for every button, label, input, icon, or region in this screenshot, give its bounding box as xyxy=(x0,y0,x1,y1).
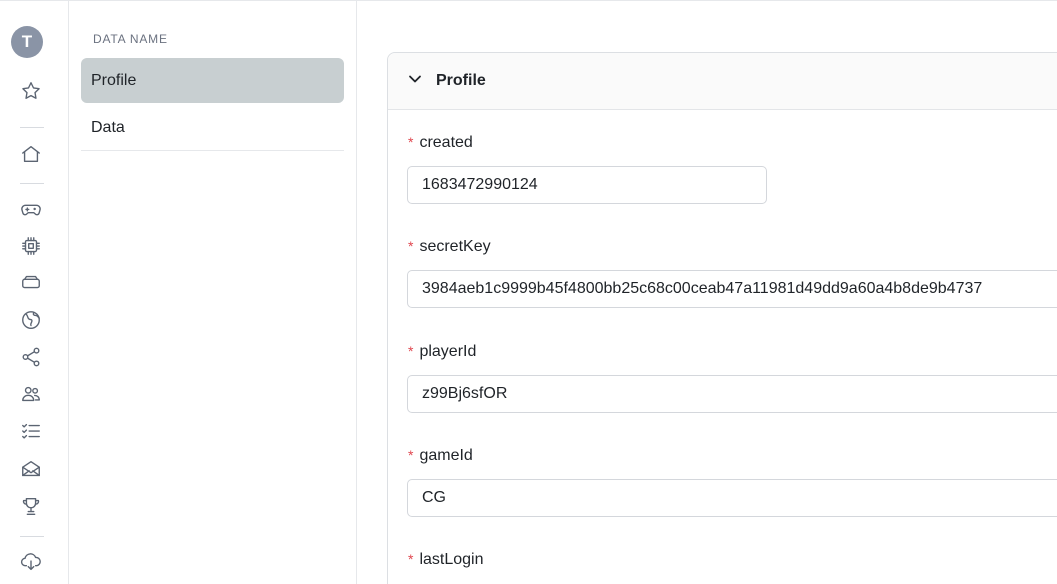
data-item-label: Data xyxy=(91,118,125,136)
data-item-data[interactable]: Data xyxy=(81,105,344,151)
mail-icon[interactable] xyxy=(19,457,43,481)
gameid-input[interactable] xyxy=(407,479,1057,517)
required-mark: * xyxy=(408,343,414,359)
data-item-label: Profile xyxy=(91,71,137,89)
rail-divider xyxy=(20,127,44,128)
required-mark: * xyxy=(408,134,414,150)
panel-title: Profile xyxy=(436,72,486,89)
data-name-heading: DATA NAME xyxy=(93,32,168,46)
globe-icon[interactable] xyxy=(19,308,43,332)
share-icon[interactable] xyxy=(19,345,43,369)
checklist-icon[interactable] xyxy=(19,419,43,443)
data-name-column: DATA NAME Profile Data xyxy=(69,1,357,584)
required-mark: * xyxy=(408,447,414,463)
panel-header[interactable]: Profile xyxy=(388,53,1057,110)
field-label-lastlogin: * lastLogin xyxy=(408,551,484,568)
rail-divider xyxy=(20,536,44,537)
field-label-playerid: * playerId xyxy=(408,343,477,360)
cloud-download-icon[interactable] xyxy=(19,550,43,574)
avatar[interactable]: T xyxy=(11,26,43,58)
profile-panel: Profile *created *secretKey *playerId *g… xyxy=(387,52,1057,584)
home-icon[interactable] xyxy=(19,142,43,166)
created-input[interactable] xyxy=(407,166,767,204)
trophy-icon[interactable] xyxy=(19,494,43,518)
storage-icon[interactable] xyxy=(19,271,43,295)
icon-rail: T xyxy=(0,1,69,584)
gamepad-icon[interactable] xyxy=(19,197,43,221)
rail-divider xyxy=(20,183,44,184)
playerid-input[interactable] xyxy=(407,375,1057,413)
field-label-created: * created xyxy=(408,134,473,151)
data-item-profile[interactable]: Profile xyxy=(81,58,344,103)
field-label-secretkey: * secretKey xyxy=(408,238,491,255)
star-icon[interactable] xyxy=(19,79,43,103)
secretkey-input[interactable] xyxy=(407,270,1057,308)
required-mark: * xyxy=(408,551,414,567)
field-label-gameid: * gameId xyxy=(408,447,473,464)
chip-icon[interactable] xyxy=(19,234,43,258)
users-icon[interactable] xyxy=(19,382,43,406)
chevron-down-icon[interactable] xyxy=(408,72,422,91)
required-mark: * xyxy=(408,238,414,254)
